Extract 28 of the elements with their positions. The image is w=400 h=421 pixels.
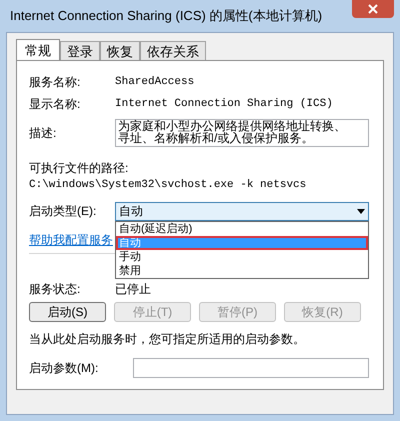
field-label: 服务状态: [29,280,82,298]
dropdown-option[interactable]: 自动(延迟启动) [116,222,368,236]
parameters-field[interactable] [133,358,369,378]
help-link[interactable]: 帮助我配置服务 [29,232,113,246]
startup-type-dropdown[interactable]: 自动 [115,202,369,220]
status-value: 已停止 [115,280,151,298]
caret-icon [357,208,365,214]
field-value: Internet Connection Sharing (ICS) [115,96,333,112]
field-label: 显示名称: [29,96,82,113]
dropdown-option[interactable]: 手动 [116,250,368,264]
field-label: 启动类型(E): [29,203,98,220]
field-label: 服务名称: [29,74,82,91]
close-button[interactable] [352,0,394,18]
path-value: C:\windows\System32\svchost.exe -k netsvcs [29,178,308,193]
hint-text: 当从此处启动服务时，您可指定所适用的启动参数。 [29,330,306,348]
tab[interactable]: 依存关系 [140,41,206,60]
window-title: Internet Connection Sharing (ICS) 的属性(本地计算机) [10,7,322,26]
dropdown-option[interactable]: 禁用 [116,264,368,278]
service-button[interactable]: 启动(S) [29,302,106,322]
description-box[interactable]: 为家庭和小型办公网络提供网络地址转换、寻址、名称解析和/或入侵保护服务。 [115,119,369,147]
tab[interactable]: 恢复 [100,41,140,60]
tab[interactable]: 常规 [16,39,60,61]
field-value: SharedAccess [115,74,194,90]
path-label: 可执行文件的路径: [29,160,130,177]
field-label: 启动参数(M): [29,360,100,376]
field-label: 描述: [29,125,58,142]
close-icon [368,4,378,14]
tab[interactable]: 登录 [60,41,100,60]
